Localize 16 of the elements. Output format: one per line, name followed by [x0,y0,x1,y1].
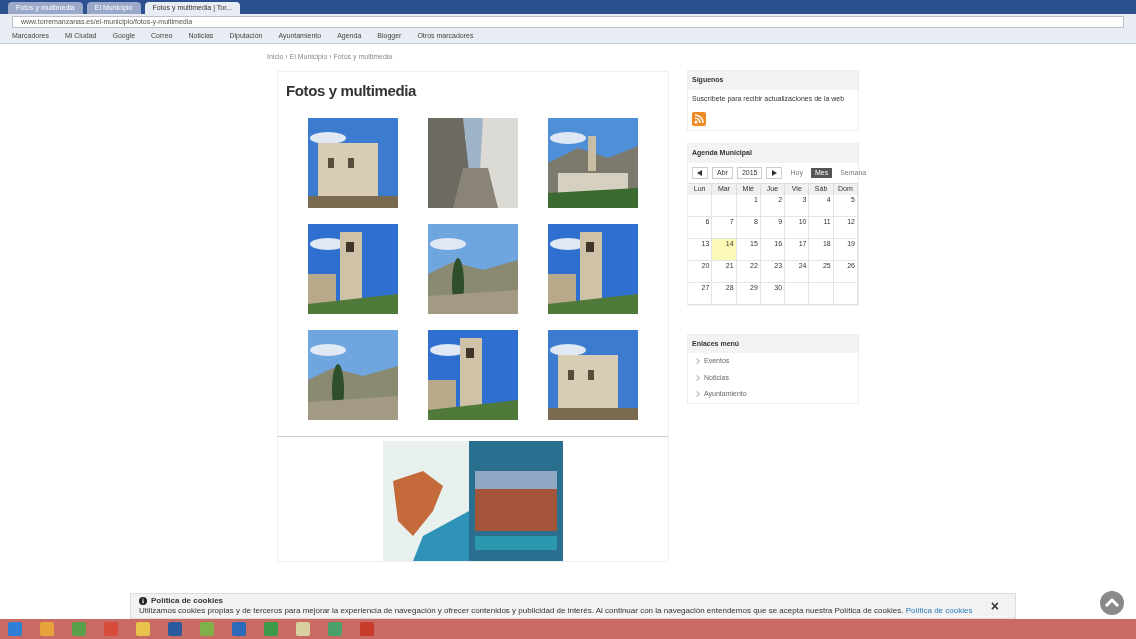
scroll-top-icon[interactable] [1100,591,1124,615]
empty-day-cell [712,194,737,217]
chevron-icon [696,358,700,365]
close-button[interactable]: × [982,601,1007,611]
prev-button[interactable] [692,166,708,179]
cookie-policy-link[interactable]: Política de cookies [905,606,973,615]
next-button[interactable] [766,166,783,179]
left-triangle-icon [697,169,703,176]
right-triangle-icon [771,169,778,176]
rss-icon[interactable] [692,112,706,126]
info-icon [139,597,147,605]
cookie-title: Política de cookies [151,596,224,606]
page-title: Fotos y multimedia [285,80,418,101]
cookie-text: Utilizamos cookies propias y de terceros para mejorar la experiencia de navegación y ofrecer contenidos y publicidad de interés. Al continuar con la navegación entendemos que se acepta nuestra Política de cookies. Política de cookies [139,606,974,616]
chevron-icon [696,391,700,398]
chevron-icon [696,374,700,381]
